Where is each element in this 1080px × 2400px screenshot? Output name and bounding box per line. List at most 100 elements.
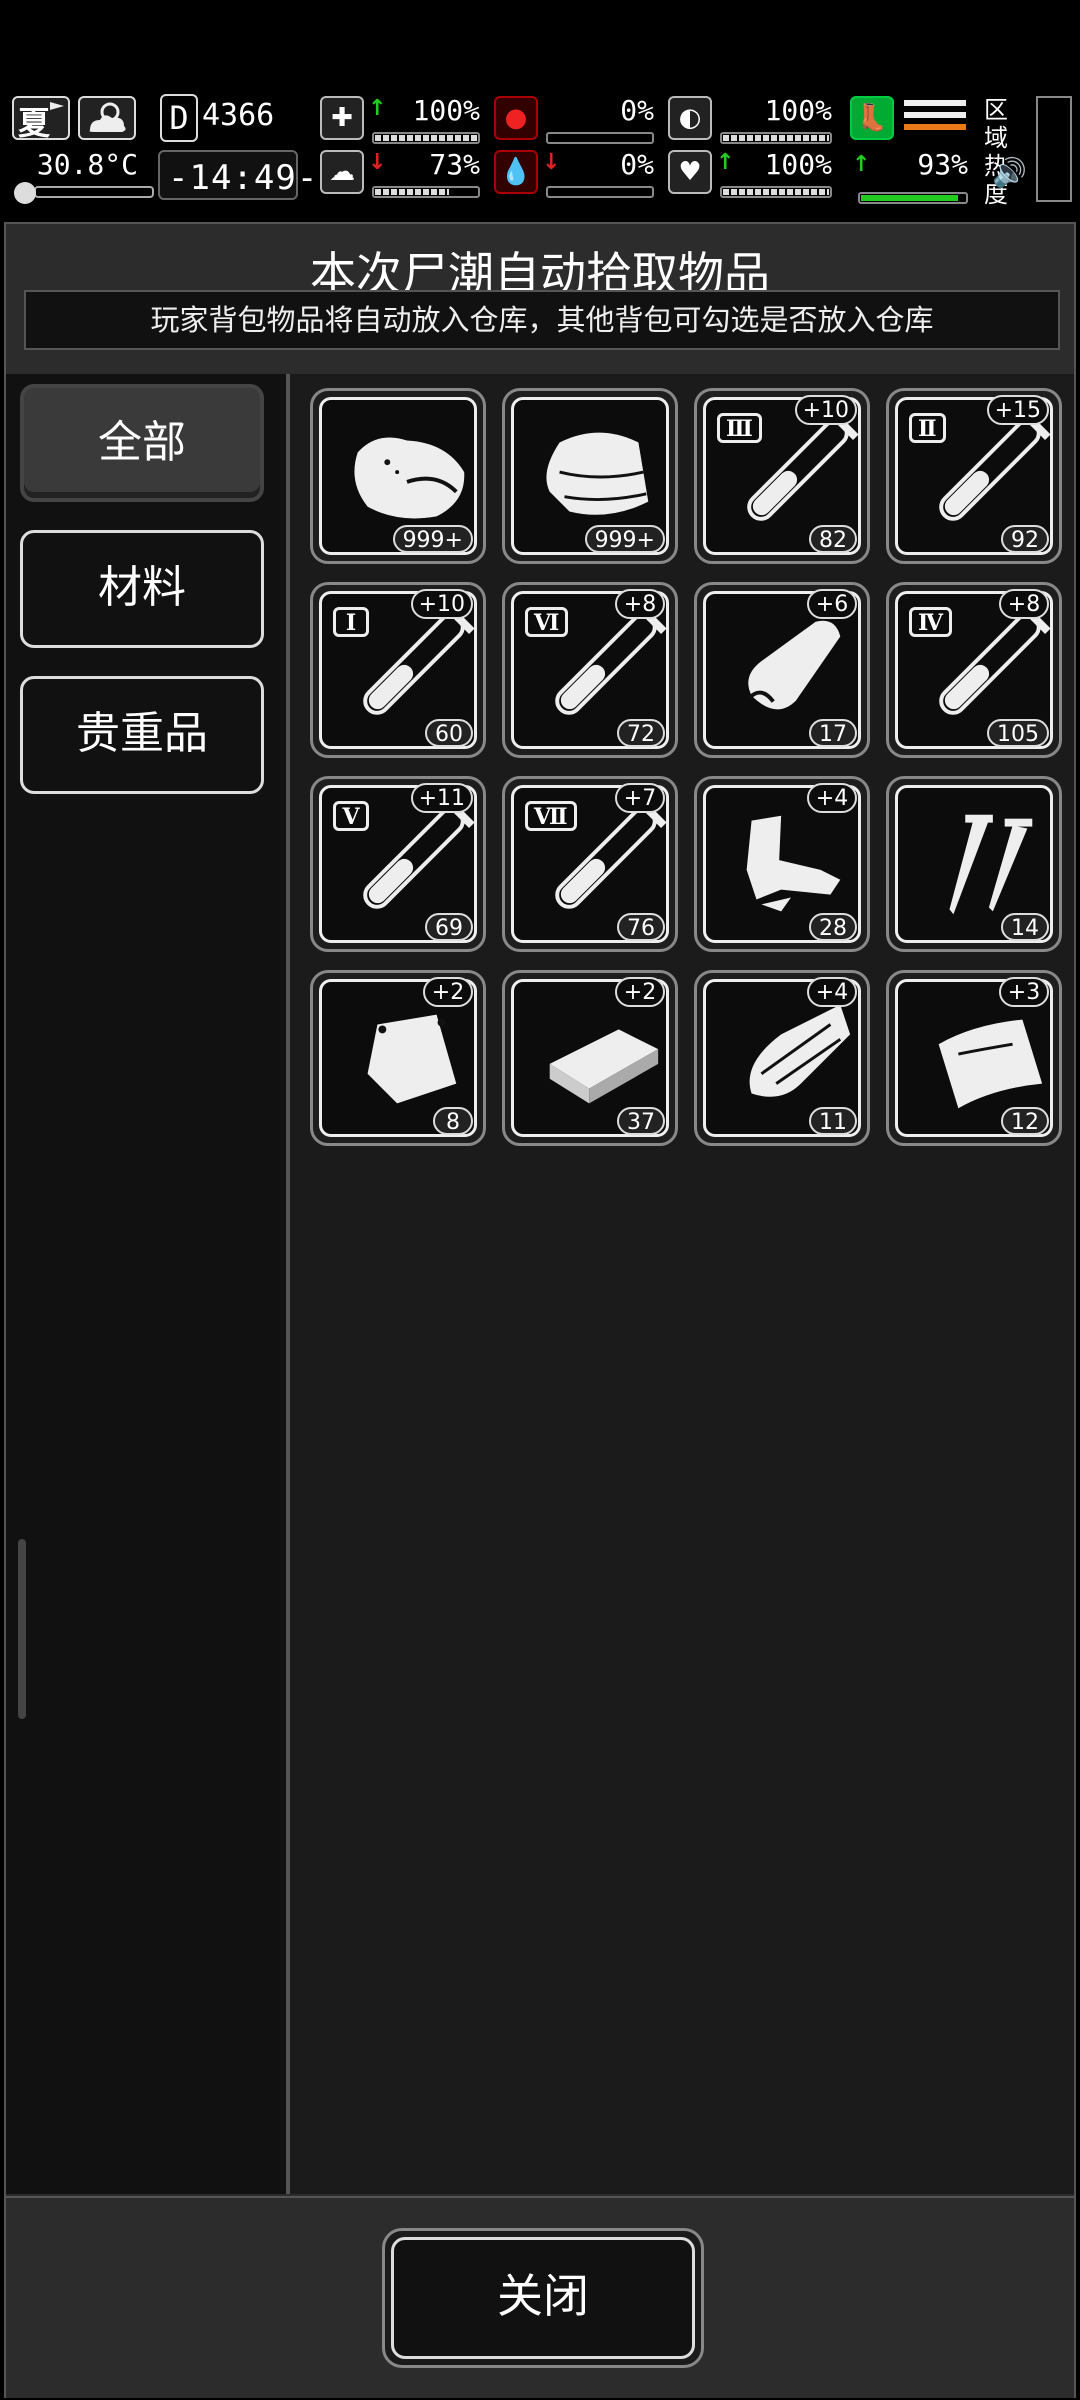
item-count: 17 <box>809 719 857 747</box>
health-stat: ✚ ↑ 100% <box>320 94 486 148</box>
item-count: 12 <box>1001 1107 1049 1135</box>
item-count: 28 <box>809 913 857 941</box>
item-bonus-badge: +15 <box>986 395 1049 425</box>
item-bonus-badge: +10 <box>410 589 473 619</box>
stamina-stat: 👢 ↑ 93% <box>850 96 974 204</box>
item-slot-nails[interactable]: 14 <box>886 776 1062 952</box>
item-bonus-badge: +10 <box>794 395 857 425</box>
speaker-icon[interactable]: 🔊 <box>992 156 1027 189</box>
heart-value: 100% <box>764 148 832 181</box>
day-number: 4366 <box>202 98 275 133</box>
item-slot-leather[interactable]: +6 17 <box>694 582 870 758</box>
item-count: 14 <box>1001 913 1049 941</box>
status-hud: 夏 30.8°C D 4366 -14:49- ✚ ↑ 100% ● 0% ◐ … <box>0 86 1080 214</box>
plank-icon <box>549 1029 659 1104</box>
brain-icon: ☁ <box>320 150 364 194</box>
stamina-fill <box>861 195 958 201</box>
panel-subtitle: 玩家背包物品将自动放入仓库，其他背包可勾选是否放入仓库 <box>24 290 1060 350</box>
item-tier-badge: Ⅶ <box>525 801 577 831</box>
tab-materials[interactable]: 材料 <box>20 530 264 648</box>
nails-icon <box>949 814 1033 915</box>
item-bonus-badge: +4 <box>807 783 857 813</box>
item-slot-meat[interactable]: 999+ <box>310 388 486 564</box>
item-bonus-badge: +11 <box>410 783 473 813</box>
medicine-value: 100% <box>764 94 832 127</box>
region-heat-text: 区域 热度 <box>984 96 1008 208</box>
item-slot-plank[interactable]: +2 37 <box>502 970 678 1146</box>
item-slot-scrap-metal[interactable]: +4 28 <box>694 776 870 952</box>
item-count: 8 <box>433 1107 473 1135</box>
arrow-down-icon: ↓ <box>368 150 387 175</box>
arrow-up-icon: ↑ <box>368 96 387 121</box>
blood-value: 0% <box>620 148 654 181</box>
item-bonus-badge: +8 <box>615 589 665 619</box>
medicine-fill <box>723 135 829 141</box>
item-slot-potion-7[interactable]: Ⅶ +7 76 <box>502 776 678 952</box>
arrow-down-icon: ↓ <box>542 150 561 175</box>
day-prefix: D <box>160 94 198 142</box>
item-count: 76 <box>617 913 665 941</box>
season-flag-icon <box>50 102 64 116</box>
item-count: 82 <box>809 525 857 553</box>
close-button-label: 关闭 <box>391 2237 695 2359</box>
item-slot-wood[interactable]: +4 11 <box>694 970 870 1146</box>
arrow-up-icon: ↑ <box>716 150 735 175</box>
category-sidebar: 全部 材料 贵重品 <box>6 374 288 2194</box>
temperature-bar <box>34 186 154 198</box>
item-count: 60 <box>425 719 473 747</box>
close-button[interactable]: 关闭 <box>382 2228 704 2368</box>
partly-cloudy-icon <box>89 102 126 132</box>
item-slot-potion-1[interactable]: Ⅰ +10 60 <box>310 582 486 758</box>
hunger-value: 0% <box>620 94 654 127</box>
medicine-stat: ◐ 100% <box>668 94 838 148</box>
item-grid: 999+ 999+ Ⅲ +10 82 Ⅱ +15 92 Ⅰ +10 60 Ⅵ +8 72 +6 17 Ⅳ +8 10… <box>288 374 1074 2194</box>
item-slot-bag[interactable]: +2 8 <box>310 970 486 1146</box>
temperature-readout: 30.8°C <box>14 148 154 204</box>
item-slot-cloth[interactable]: 999+ <box>502 388 678 564</box>
item-bonus-badge: +7 <box>615 783 665 813</box>
item-slot-potion-3[interactable]: Ⅲ +10 82 <box>694 388 870 564</box>
region-heat-meter <box>1036 96 1072 202</box>
item-count: 69 <box>425 913 473 941</box>
plastic-sheet-icon <box>938 1019 1043 1109</box>
item-count: 999+ <box>584 525 665 553</box>
tab-valuables[interactable]: 贵重品 <box>20 676 264 794</box>
boot-icon: 👢 <box>850 96 894 140</box>
arrow-up-icon: ↑ <box>852 152 871 177</box>
item-count: 92 <box>1001 525 1049 553</box>
sanity-value: 73% <box>429 148 480 181</box>
season-label: 夏 <box>18 104 51 142</box>
meat-icon <box>354 437 465 519</box>
item-count: 72 <box>617 719 665 747</box>
cloth-icon <box>546 432 649 515</box>
scrap-icon <box>746 815 841 912</box>
item-slot-potion-4[interactable]: Ⅳ +8 105 <box>886 582 1062 758</box>
weather-indicator <box>78 96 136 140</box>
game-clock: -14:49- <box>158 150 317 200</box>
hunger-stat: ● 0% <box>494 94 660 148</box>
item-bonus-badge: +4 <box>807 977 857 1007</box>
item-slot-potion-5[interactable]: Ⅴ +11 69 <box>310 776 486 952</box>
sidebar-scrollbar[interactable] <box>18 1539 26 1719</box>
item-count: 11 <box>809 1107 857 1135</box>
stamina-value: 93% <box>917 148 968 181</box>
item-tier-badge: Ⅵ <box>525 607 569 637</box>
thermometer-icon <box>14 182 36 204</box>
heart-fill <box>723 189 829 195</box>
health-fill <box>375 135 477 141</box>
bag-icon <box>367 1014 457 1104</box>
item-bonus-badge: +3 <box>999 977 1049 1007</box>
heart-stat: ♥ ↑ 100% <box>668 148 838 202</box>
leather-icon <box>748 620 841 710</box>
item-slot-plastic[interactable]: +3 12 <box>886 970 1062 1146</box>
item-tier-badge: Ⅳ <box>909 607 952 637</box>
item-count: 999+ <box>392 525 473 553</box>
item-tier-badge: Ⅱ <box>909 413 946 443</box>
item-slot-potion-6[interactable]: Ⅵ +8 72 <box>502 582 678 758</box>
item-bonus-badge: +2 <box>423 977 473 1007</box>
item-slot-potion-2[interactable]: Ⅱ +15 92 <box>886 388 1062 564</box>
sanity-stat: ☁ ↓ 73% <box>320 148 486 202</box>
item-count: 105 <box>987 719 1049 747</box>
tab-all[interactable]: 全部 <box>20 384 264 502</box>
item-tier-badge: Ⅴ <box>333 801 369 831</box>
